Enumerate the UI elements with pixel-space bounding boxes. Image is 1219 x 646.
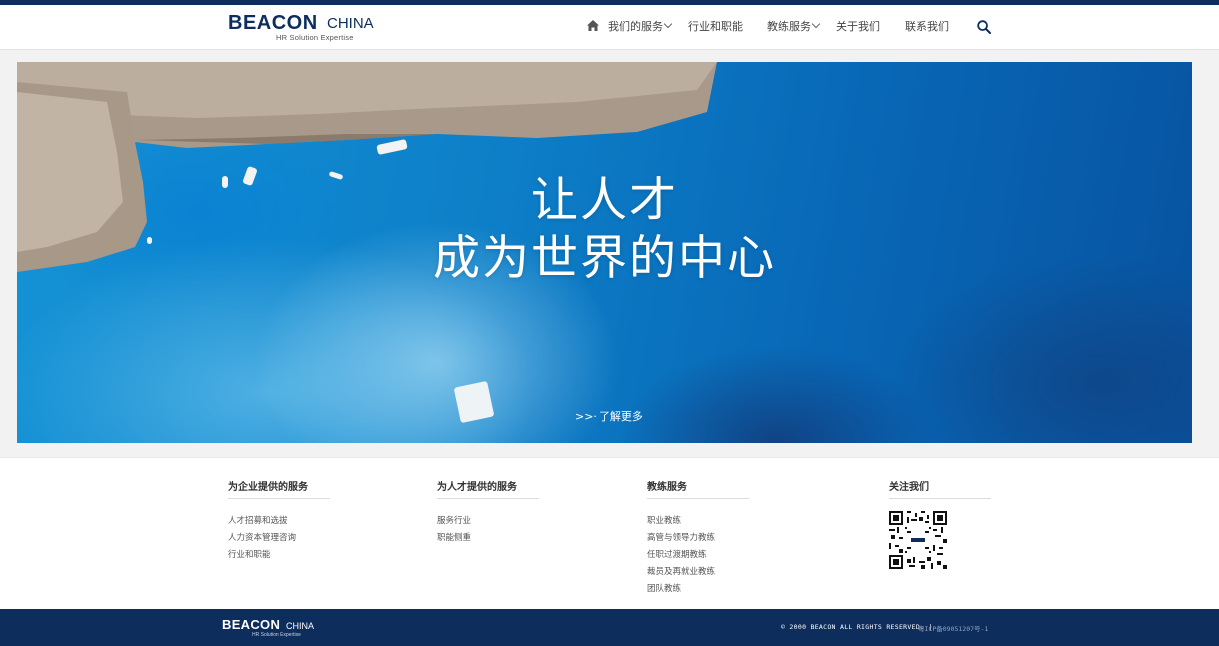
site-header: BEACON CHINA HR Solution Expertise 我们的服务… — [0, 5, 1219, 50]
logo-main-text: BEACON — [228, 12, 318, 34]
footer-brand-logo[interactable]: BEACON CHINA HR Solution Expertise — [222, 618, 322, 640]
footer-column-title: 为人才提供的服务 — [437, 478, 539, 499]
footer-column-enterprise: 为企业提供的服务 人才招募和选拔 人力资本管理咨询 行业和职能 — [228, 478, 330, 564]
footer-link[interactable]: 人力资本管理咨询 — [228, 530, 330, 547]
hero-headline-line1: 让人才 — [531, 173, 678, 228]
footer-link[interactable]: 职能侧重 — [437, 530, 539, 547]
footer-logo-tagline: HR Solution Expertise — [252, 632, 301, 638]
icp-license-link[interactable]: 粤ICP备09051207号-1 — [918, 623, 988, 633]
footer-column-talent: 为人才提供的服务 服务行业 职能侧重 — [437, 478, 539, 547]
copyright-text: © 2000 BEACON ALL RIGHTS RESERVED. | — [781, 623, 933, 631]
hero-headline: 让人才 成为世界的中心 — [17, 172, 1192, 288]
nav-item-contact[interactable]: 联系我们 — [905, 20, 949, 34]
nav-item-coaching[interactable]: 教练服务 — [767, 20, 811, 34]
footer-link[interactable]: 人才招募和选拔 — [228, 513, 330, 530]
bottom-bar: BEACON CHINA HR Solution Expertise © 200… — [0, 609, 1219, 646]
hero-headline-line2: 成为世界的中心 — [433, 231, 776, 286]
chevron-down-icon[interactable] — [811, 19, 821, 29]
learn-more-link[interactable]: >>· 了解更多 — [575, 408, 643, 424]
footer-links-section: 为企业提供的服务 人才招募和选拔 人力资本管理咨询 行业和职能 为人才提供的服务… — [0, 457, 1219, 609]
logo-tagline: HR Solution Expertise — [276, 33, 354, 42]
nav-item-about[interactable]: 关于我们 — [836, 20, 880, 34]
footer-column-title: 教练服务 — [647, 478, 749, 499]
chevron-down-icon[interactable] — [663, 19, 673, 29]
footer-column-follow: 关注我们 — [889, 478, 991, 499]
footer-link[interactable]: 裁员及再就业教练 — [647, 564, 749, 581]
footer-link[interactable]: 行业和职能 — [228, 547, 330, 564]
footer-link[interactable]: 任职过渡期教练 — [647, 547, 749, 564]
logo-suffix-text: CHINA — [327, 15, 374, 32]
footer-column-title: 为企业提供的服务 — [228, 478, 330, 499]
qr-code-icon — [889, 511, 947, 569]
footer-logo-suffix-text: CHINA — [286, 621, 315, 631]
nav-item-industries[interactable]: 行业和职能 — [688, 20, 743, 34]
home-icon[interactable] — [587, 20, 599, 31]
learn-more-label: 了解更多 — [598, 410, 643, 423]
footer-column-title: 关注我们 — [889, 478, 991, 499]
catamaran-shape — [453, 380, 495, 424]
footer-link[interactable]: 高管与领导力教练 — [647, 530, 749, 547]
search-icon[interactable] — [977, 20, 991, 34]
footer-link[interactable]: 团队教练 — [647, 581, 749, 598]
footer-column-coaching: 教练服务 职业教练 高管与领导力教练 任职过渡期教练 裁员及再就业教练 团队教练 — [647, 478, 749, 598]
double-arrow-icon: >>· — [575, 410, 597, 423]
nav-item-our-services[interactable]: 我们的服务 — [608, 20, 663, 34]
footer-logo-main-text: BEACON — [222, 617, 281, 632]
hero-banner: 让人才 成为世界的中心 >>· 了解更多 — [17, 62, 1192, 443]
brand-logo[interactable]: BEACON CHINA HR Solution Expertise — [228, 13, 378, 47]
footer-link[interactable]: 服务行业 — [437, 513, 539, 530]
footer-link[interactable]: 职业教练 — [647, 513, 749, 530]
